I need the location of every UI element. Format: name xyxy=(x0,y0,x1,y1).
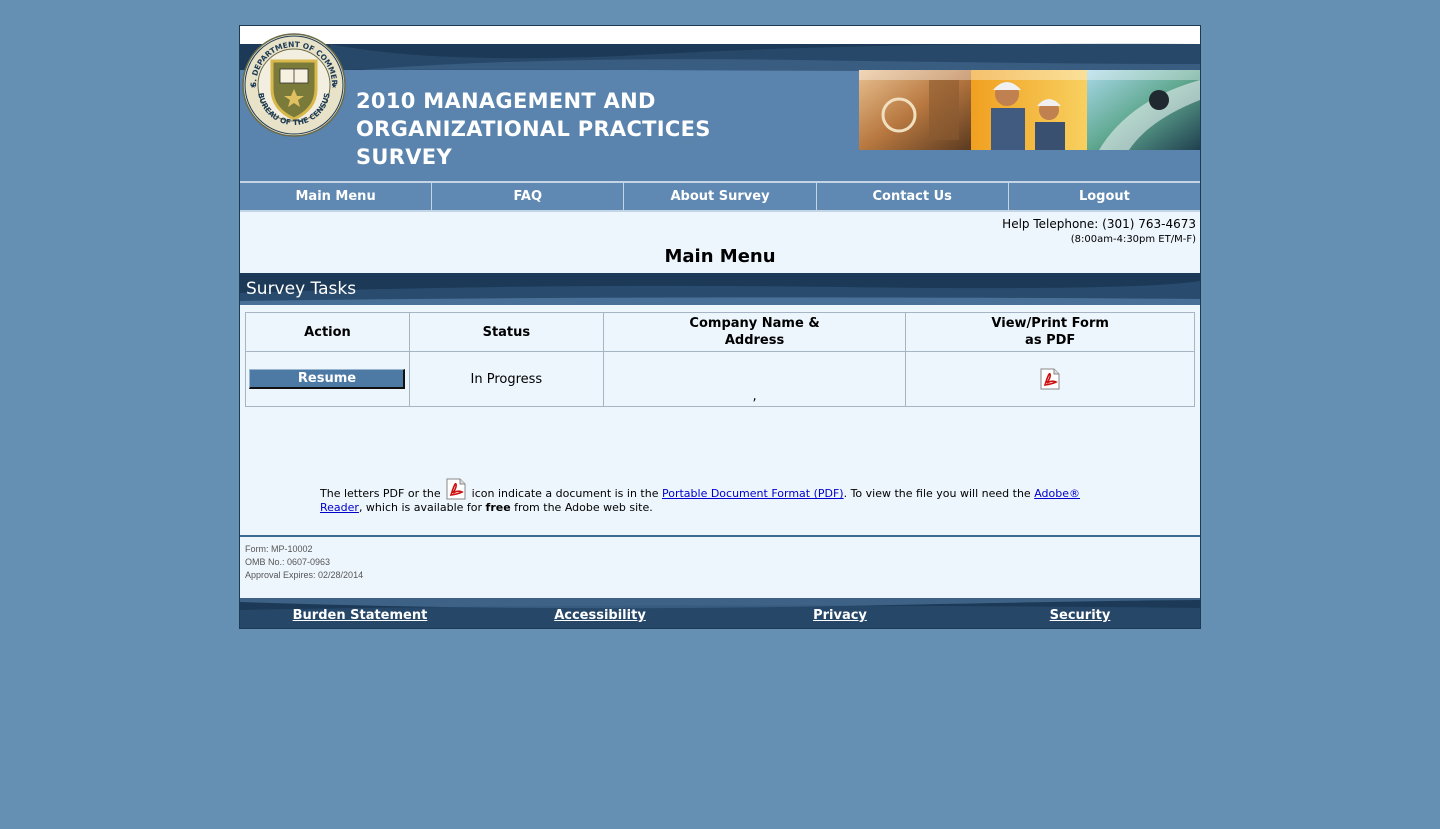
resume-button[interactable]: Resume xyxy=(249,369,406,389)
census-seal-icon: U.S. DEPARTMENT OF COMMERCE BUREAU OF TH… xyxy=(242,33,346,137)
svg-text:★: ★ xyxy=(250,82,256,90)
nav-faq[interactable]: FAQ xyxy=(432,183,625,210)
survey-tasks-table: Action Status Company Name & Address Vie… xyxy=(245,312,1195,407)
page-container: U.S. DEPARTMENT OF COMMERCE BUREAU OF TH… xyxy=(239,25,1201,629)
footer-burden-statement[interactable]: Burden Statement xyxy=(240,598,480,628)
pdf-note: The letters PDF or the icon indicate a d… xyxy=(320,478,1110,515)
footer-accessibility[interactable]: Accessibility xyxy=(480,598,720,628)
header-company: Company Name & Address xyxy=(602,312,907,352)
approval-expires: Approval Expires: 02/28/2014 xyxy=(245,570,364,580)
pdf-icon[interactable] xyxy=(1040,368,1060,390)
help-telephone: Help Telephone: (301) 763-4673 xyxy=(1002,217,1196,231)
status-cell: In Progress xyxy=(408,351,604,407)
header-banner-photos xyxy=(859,70,1200,150)
omb-number: OMB No.: 0607-0963 xyxy=(245,557,331,567)
table-row: Resume In Progress , xyxy=(245,351,1195,407)
pdf-icon xyxy=(446,478,466,500)
company-cell: , xyxy=(602,351,907,407)
nav-main-menu[interactable]: Main Menu xyxy=(240,183,433,210)
form-info: Form: MP-10002 OMB No.: 0607-0963 Approv… xyxy=(245,543,363,582)
survey-tasks-header: Survey Tasks xyxy=(240,273,1200,305)
pdf-format-link[interactable]: Portable Document Format (PDF) xyxy=(662,487,844,500)
header-action: Action xyxy=(245,312,410,352)
form-number: Form: MP-10002 xyxy=(245,544,313,554)
main-nav: Main Menu FAQ About Survey Contact Us Lo… xyxy=(240,181,1200,212)
nav-logout[interactable]: Logout xyxy=(1009,183,1200,210)
site-header: U.S. DEPARTMENT OF COMMERCE BUREAU OF TH… xyxy=(240,26,1200,181)
help-hours: (8:00am-4:30pm ET/M-F) xyxy=(1070,234,1196,245)
divider xyxy=(240,535,1200,537)
footer-security[interactable]: Security xyxy=(960,598,1200,628)
footer-privacy[interactable]: Privacy xyxy=(720,598,960,628)
header-status: Status xyxy=(408,312,604,352)
section-title: Survey Tasks xyxy=(246,279,357,299)
page-title: Main Menu xyxy=(664,246,776,267)
site-title: 2010 MANAGEMENT AND ORGANIZATIONAL PRACT… xyxy=(356,89,711,169)
nav-contact-us[interactable]: Contact Us xyxy=(817,183,1009,210)
nav-about-survey[interactable]: About Survey xyxy=(624,183,817,210)
header-pdf: View/Print Form as PDF xyxy=(905,312,1195,352)
site-footer: Burden Statement Accessibility Privacy S… xyxy=(240,598,1200,628)
svg-text:★: ★ xyxy=(331,82,337,90)
